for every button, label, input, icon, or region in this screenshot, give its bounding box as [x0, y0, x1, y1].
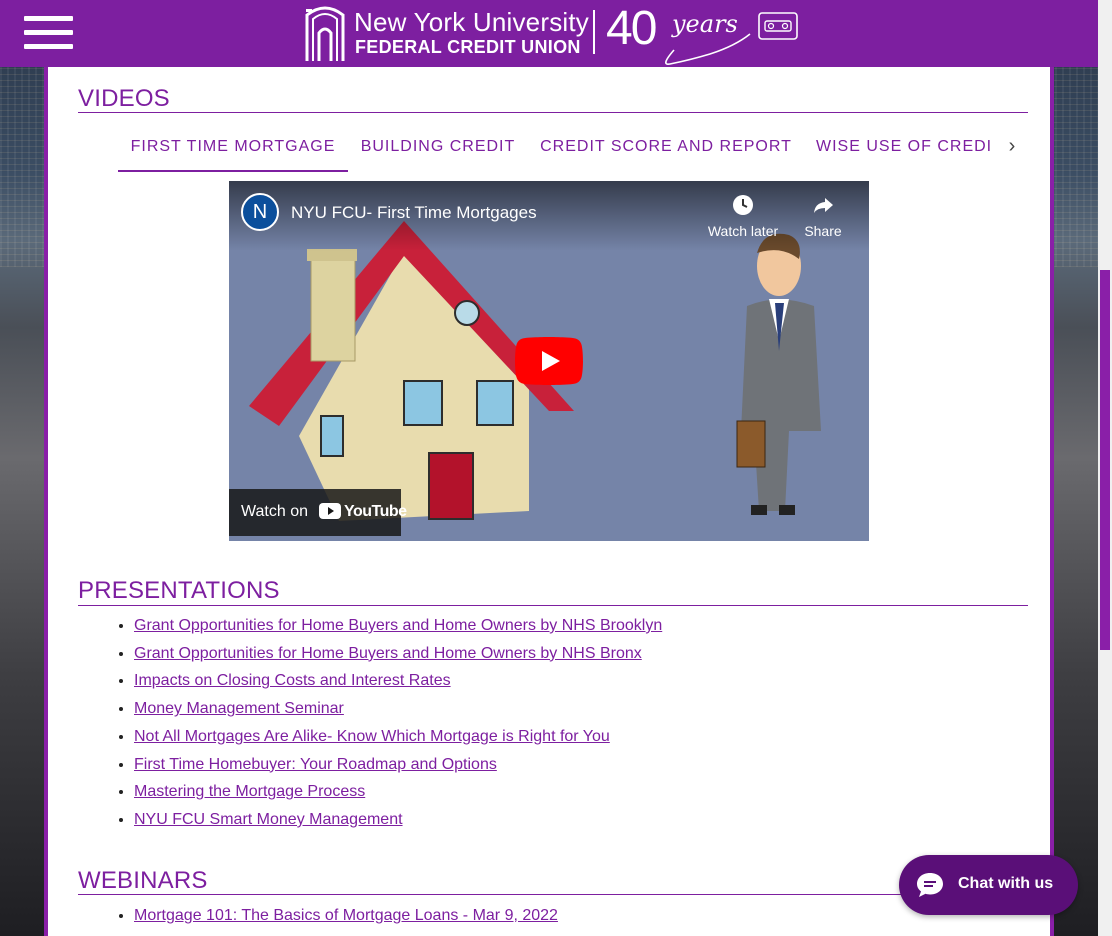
site-header: New York University FEDERAL CREDIT UNION…	[0, 0, 1098, 67]
youtube-logo-icon	[319, 503, 341, 519]
videos-heading: VIDEOS	[78, 85, 170, 112]
tab-wise-use-of-credit[interactable]: WISE USE OF CREDI	[816, 127, 992, 170]
presentation-link[interactable]: Grant Opportunities for Home Buyers and …	[134, 617, 662, 634]
list-item: Money Management Seminar	[134, 695, 662, 723]
webinars-heading: WEBINARS	[78, 867, 208, 894]
share-button[interactable]: Share	[783, 193, 863, 239]
watch-on-youtube-button[interactable]: Watch on YouTube	[229, 489, 407, 536]
watch-later-label: Watch later	[707, 223, 779, 239]
list-item: Impacts on Closing Costs and Interest Ra…	[134, 667, 662, 695]
list-item: NYU FCU Smart Money Management	[134, 806, 662, 834]
videos-divider	[78, 112, 1028, 113]
cassette-icon	[758, 12, 798, 40]
tabs-next-chevron-icon[interactable]: ›	[1002, 127, 1022, 167]
presentations-heading: PRESENTATIONS	[78, 577, 280, 604]
presentation-link[interactable]: First Time Homebuyer: Your Roadmap and O…	[134, 756, 497, 773]
presentation-link[interactable]: Mastering the Mortgage Process	[134, 783, 365, 800]
watch-later-button[interactable]: Watch later	[703, 193, 783, 239]
webinar-link[interactable]: Mortgage 101: The Basics of Mortgage Loa…	[134, 907, 558, 924]
presentation-link[interactable]: Not All Mortgages Are Alike- Know Which …	[134, 728, 610, 745]
youtube-wordmark: YouTube	[344, 503, 407, 520]
list-item: Mastering the Mortgage Process	[134, 778, 662, 806]
list-item: Grant Opportunities for Home Buyers and …	[134, 612, 662, 640]
channel-avatar[interactable]: N	[241, 193, 279, 231]
hamburger-menu-icon[interactable]	[24, 16, 74, 52]
tab-first-time-mortgage[interactable]: FIRST TIME MORTGAGE	[118, 127, 348, 172]
presentation-link[interactable]: NYU FCU Smart Money Management	[134, 811, 403, 828]
tape-swirl-icon	[665, 33, 751, 66]
presentations-list: Grant Opportunities for Home Buyers and …	[108, 612, 662, 834]
video-tabs: FIRST TIME MORTGAGE BUILDING CREDIT CRED…	[118, 127, 1018, 172]
presentation-link[interactable]: Grant Opportunities for Home Buyers and …	[134, 645, 642, 662]
presentation-link[interactable]: Money Management Seminar	[134, 700, 344, 717]
tab-building-credit[interactable]: BUILDING CREDIT	[358, 127, 518, 170]
list-item: Mortgage 101: The Basics of Mortgage Loa…	[134, 902, 558, 930]
share-arrow-icon	[814, 198, 833, 213]
webinars-list: Mortgage 101: The Basics of Mortgage Loa…	[108, 902, 558, 930]
video-player[interactable]: N NYU FCU- First Time Mortgages Watch la…	[229, 181, 869, 541]
logo-divider	[593, 10, 595, 54]
tab-credit-score-and-report[interactable]: CREDIT SCORE AND REPORT	[536, 127, 796, 170]
page-scrollbar[interactable]	[1098, 0, 1112, 936]
chat-with-us-button[interactable]: Chat with us	[899, 855, 1078, 915]
watch-on-label: Watch on	[241, 503, 308, 520]
content-panel: VIDEOS FIRST TIME MORTGAGE BUILDING CRED…	[44, 67, 1054, 936]
nyu-torch-logo-icon	[305, 6, 345, 61]
logo-subtitle: FEDERAL CREDIT UNION	[355, 37, 581, 57]
chat-label: Chat with us	[958, 875, 1054, 892]
scrollbar-thumb[interactable]	[1100, 270, 1110, 650]
presentations-divider	[78, 605, 1028, 606]
logo-title: New York University	[354, 7, 589, 37]
clock-icon	[733, 195, 753, 215]
list-item: Not All Mortgages Are Alike- Know Which …	[134, 723, 662, 751]
webinars-divider	[78, 894, 1028, 895]
presentation-link[interactable]: Impacts on Closing Costs and Interest Ra…	[134, 672, 451, 689]
list-item: Grant Opportunities for Home Buyers and …	[134, 640, 662, 668]
video-title[interactable]: NYU FCU- First Time Mortgages	[291, 203, 537, 223]
list-item: First Time Homebuyer: Your Roadmap and O…	[134, 751, 662, 779]
play-icon[interactable]	[515, 337, 583, 385]
chat-bubble-icon	[917, 873, 943, 897]
share-label: Share	[804, 223, 842, 239]
